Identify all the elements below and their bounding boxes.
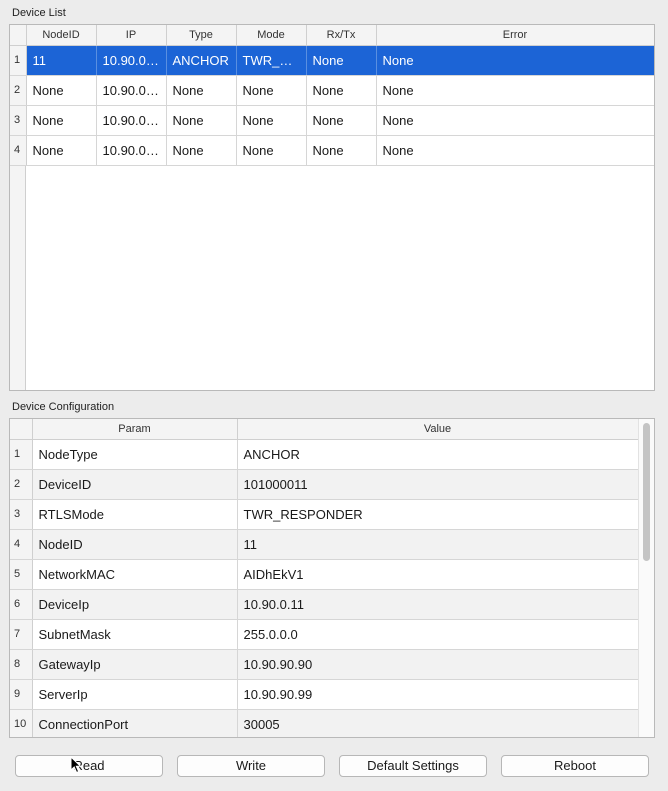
mouse-pointer-icon bbox=[70, 756, 82, 774]
cell-type[interactable]: None bbox=[166, 105, 237, 136]
value-cell[interactable]: 30005 bbox=[237, 709, 639, 737]
device-config-title: Device Configuration bbox=[12, 401, 115, 413]
column-header-ip[interactable]: IP bbox=[96, 25, 167, 46]
row-number[interactable]: 9 bbox=[10, 679, 33, 710]
param-cell[interactable]: SubnetMask bbox=[32, 619, 238, 650]
row-number[interactable]: 3 bbox=[10, 499, 33, 530]
config-row[interactable]: 6 DeviceIp 10.90.0.11 bbox=[10, 589, 639, 620]
row-number[interactable]: 4 bbox=[10, 529, 33, 560]
row-number[interactable]: 3 bbox=[10, 105, 27, 136]
cell-mode[interactable]: None bbox=[236, 135, 307, 166]
config-scrollbar-thumb[interactable] bbox=[643, 423, 650, 561]
config-header-row: Param Value bbox=[10, 419, 639, 440]
cell-type[interactable]: ANCHOR bbox=[166, 45, 237, 76]
config-vertical-scrollbar[interactable] bbox=[638, 419, 654, 737]
row-number[interactable]: 5 bbox=[10, 559, 33, 590]
cell-nodeid[interactable]: 11 bbox=[26, 45, 97, 76]
value-cell[interactable]: 11 bbox=[237, 529, 639, 560]
column-header-error[interactable]: Error bbox=[376, 25, 654, 46]
param-cell[interactable]: ConnectionPort bbox=[32, 709, 238, 737]
value-cell[interactable]: 10.90.90.99 bbox=[237, 679, 639, 710]
config-row[interactable]: 4 NodeID 11 bbox=[10, 529, 639, 560]
param-cell[interactable]: DeviceID bbox=[32, 469, 238, 500]
value-cell[interactable]: 101000011 bbox=[237, 469, 639, 500]
device-list-table[interactable]: NodeID IP Type Mode Rx/Tx Error 1 11 10.… bbox=[9, 24, 655, 391]
cell-mode[interactable]: TWR_R... bbox=[236, 45, 307, 76]
cell-error[interactable]: None bbox=[376, 75, 654, 106]
cell-ip[interactable]: 10.90.0.14 bbox=[96, 135, 167, 166]
config-row[interactable]: 3 RTLSMode TWR_RESPONDER bbox=[10, 499, 639, 530]
param-cell[interactable]: DeviceIp bbox=[32, 589, 238, 620]
cell-ip[interactable]: 10.90.0.11 bbox=[96, 45, 167, 76]
cell-type[interactable]: None bbox=[166, 75, 237, 106]
row-number[interactable]: 4 bbox=[10, 135, 27, 166]
write-button[interactable]: Write bbox=[177, 755, 325, 777]
value-cell[interactable]: 255.0.0.0 bbox=[237, 619, 639, 650]
column-header-rxtx[interactable]: Rx/Tx bbox=[306, 25, 377, 46]
device-row[interactable]: 1 11 10.90.0.11 ANCHOR TWR_R... None Non… bbox=[10, 45, 654, 76]
cell-rxtx[interactable]: None bbox=[306, 45, 377, 76]
reboot-button[interactable]: Reboot bbox=[501, 755, 649, 777]
corner-cell bbox=[10, 25, 27, 46]
param-cell[interactable]: GatewayIp bbox=[32, 649, 238, 680]
corner-cell bbox=[10, 419, 33, 440]
cell-rxtx[interactable]: None bbox=[306, 105, 377, 136]
param-cell[interactable]: ServerIp bbox=[32, 679, 238, 710]
cell-error[interactable]: None bbox=[376, 45, 654, 76]
cell-error[interactable]: None bbox=[376, 135, 654, 166]
row-number[interactable]: 1 bbox=[10, 439, 33, 470]
device-row[interactable]: 2 None 10.90.0.12 None None None None bbox=[10, 75, 654, 106]
row-number[interactable]: 6 bbox=[10, 589, 33, 620]
config-row[interactable]: 8 GatewayIp 10.90.90.90 bbox=[10, 649, 639, 680]
cell-ip[interactable]: 10.90.0.12 bbox=[96, 75, 167, 106]
column-header-nodeid[interactable]: NodeID bbox=[26, 25, 97, 46]
param-cell[interactable]: NodeID bbox=[32, 529, 238, 560]
row-number[interactable]: 1 bbox=[10, 45, 27, 76]
config-row[interactable]: 9 ServerIp 10.90.90.99 bbox=[10, 679, 639, 710]
default-settings-button[interactable]: Default Settings bbox=[339, 755, 487, 777]
cell-type[interactable]: None bbox=[166, 135, 237, 166]
row-number[interactable]: 8 bbox=[10, 649, 33, 680]
cell-mode[interactable]: None bbox=[236, 75, 307, 106]
column-header-value[interactable]: Value bbox=[237, 419, 639, 440]
config-row[interactable]: 1 NodeType ANCHOR bbox=[10, 439, 639, 470]
device-row[interactable]: 3 None 10.90.0.13 None None None None bbox=[10, 105, 654, 136]
value-cell[interactable]: TWR_RESPONDER bbox=[237, 499, 639, 530]
config-row[interactable]: 5 NetworkMAC AIDhEkV1 bbox=[10, 559, 639, 590]
column-header-mode[interactable]: Mode bbox=[236, 25, 307, 46]
row-number[interactable]: 2 bbox=[10, 469, 33, 500]
value-cell[interactable]: 10.90.90.90 bbox=[237, 649, 639, 680]
column-header-param[interactable]: Param bbox=[32, 419, 238, 440]
column-header-type[interactable]: Type bbox=[166, 25, 237, 46]
device-config-table[interactable]: Param Value 1 NodeType ANCHOR 2 DeviceID… bbox=[9, 418, 655, 738]
cell-ip[interactable]: 10.90.0.13 bbox=[96, 105, 167, 136]
value-cell[interactable]: AIDhEkV1 bbox=[237, 559, 639, 590]
device-list-header-row: NodeID IP Type Mode Rx/Tx Error bbox=[10, 25, 654, 46]
device-list-title: Device List bbox=[12, 7, 66, 19]
config-row[interactable]: 10 ConnectionPort 30005 bbox=[10, 709, 639, 737]
cell-nodeid[interactable]: None bbox=[26, 135, 97, 166]
config-row[interactable]: 2 DeviceID 101000011 bbox=[10, 469, 639, 500]
config-row[interactable]: 7 SubnetMask 255.0.0.0 bbox=[10, 619, 639, 650]
param-cell[interactable]: RTLSMode bbox=[32, 499, 238, 530]
row-number[interactable]: 7 bbox=[10, 619, 33, 650]
value-cell[interactable]: ANCHOR bbox=[237, 439, 639, 470]
cell-nodeid[interactable]: None bbox=[26, 105, 97, 136]
value-cell[interactable]: 10.90.0.11 bbox=[237, 589, 639, 620]
param-cell[interactable]: NodeType bbox=[32, 439, 238, 470]
param-cell[interactable]: NetworkMAC bbox=[32, 559, 238, 590]
cell-mode[interactable]: None bbox=[236, 105, 307, 136]
cell-rxtx[interactable]: None bbox=[306, 135, 377, 166]
device-row[interactable]: 4 None 10.90.0.14 None None None None bbox=[10, 135, 654, 166]
cell-rxtx[interactable]: None bbox=[306, 75, 377, 106]
cell-nodeid[interactable]: None bbox=[26, 75, 97, 106]
read-button[interactable]: Read bbox=[15, 755, 163, 777]
row-number[interactable]: 10 bbox=[10, 709, 33, 737]
cell-error[interactable]: None bbox=[376, 105, 654, 136]
row-number[interactable]: 2 bbox=[10, 75, 27, 106]
